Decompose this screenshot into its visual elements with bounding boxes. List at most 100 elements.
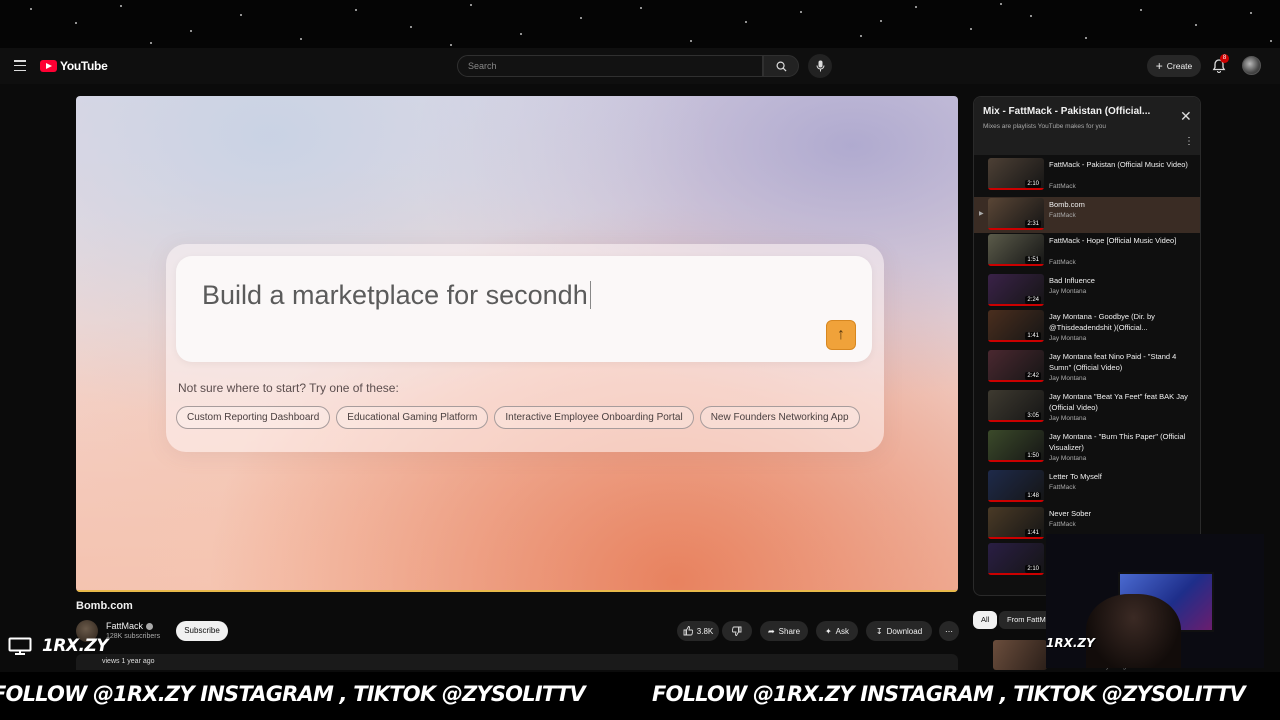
microphone-icon	[816, 60, 824, 72]
playlist-item-channel: Jay Montana	[1049, 335, 1087, 342]
playlist-item[interactable]: 1:41 Jay Montana - Goodbye (Dir. by @This…	[974, 309, 1200, 345]
playlist-item[interactable]: 2:10 FattMack - Pakistan (Official Music …	[974, 157, 1200, 193]
suggestion-chip[interactable]: Interactive Employee Onboarding Portal	[494, 406, 694, 429]
suggestion-hint: Not sure where to start? Try one of thes…	[178, 381, 399, 395]
star	[470, 4, 472, 6]
star	[1140, 9, 1142, 11]
star	[580, 17, 582, 19]
ask-label: Ask	[835, 626, 850, 636]
playlist-thumbnail: 2:31	[988, 198, 1044, 230]
suggestion-chip[interactable]: Educational Gaming Platform	[336, 406, 489, 429]
playlist-title[interactable]: Mix - FattMack - Pakistan (Official...	[983, 106, 1173, 117]
star	[120, 5, 122, 7]
duration-badge: 2:10	[1025, 180, 1041, 188]
prompt-input[interactable]: Build a marketplace for secondh ↑	[176, 256, 872, 362]
playlist-item[interactable]: 2:42 Jay Montana feat Nino Paid - "Stand …	[974, 349, 1200, 385]
watched-bar	[988, 500, 1044, 502]
playlist-header: Mix - FattMack - Pakistan (Official... M…	[974, 97, 1200, 155]
search-button[interactable]	[763, 55, 799, 77]
watched-bar	[988, 188, 1044, 190]
text-caret	[589, 281, 592, 309]
duration-badge: 1:41	[1025, 529, 1041, 537]
playlist-item-title: Jay Montana - "Burn This Paper" (Officia…	[1049, 432, 1186, 452]
star	[880, 20, 882, 22]
download-label: Download	[886, 626, 923, 636]
playlist-item[interactable]: 2:24 Bad Influence Jay Montana	[974, 273, 1200, 309]
like-button[interactable]: 3.8K	[677, 621, 719, 641]
playlist-item[interactable]: ▶ 2:31 Bomb.com FattMack	[974, 197, 1200, 233]
sparkle-icon: ✦	[824, 626, 832, 636]
streamer-tag: 1RX.ZY	[8, 636, 109, 656]
search-input[interactable]	[458, 56, 762, 76]
share-button[interactable]: ➦ Share	[760, 621, 808, 641]
playlist-thumbnail: 2:10	[988, 543, 1044, 575]
playlist-item[interactable]: 1:48 Letter To Myself FattMack	[974, 469, 1200, 505]
progress-bar[interactable]	[76, 590, 958, 592]
create-button[interactable]: + Create	[1147, 55, 1201, 77]
download-button[interactable]: ↧ Download	[866, 621, 932, 641]
now-playing-icon: ▶	[979, 211, 984, 217]
subscribe-button[interactable]: Subscribe	[176, 621, 228, 641]
duration-badge: 3:05	[1025, 412, 1041, 420]
account-avatar[interactable]	[1242, 56, 1261, 75]
voice-search-button[interactable]	[808, 54, 832, 78]
duration-badge: 1:48	[1025, 492, 1041, 500]
send-button[interactable]: ↑	[826, 320, 856, 350]
playlist-thumbnail: 1:41	[988, 507, 1044, 539]
playlist-item[interactable]: 3:05 Jay Montana "Beat Ya Feet" feat BAK …	[974, 389, 1200, 425]
suggestion-chip[interactable]: Custom Reporting Dashboard	[176, 406, 331, 429]
verified-icon	[146, 622, 154, 630]
playlist-thumbnail: 1:50	[988, 430, 1044, 462]
search-box[interactable]	[457, 55, 763, 77]
playlist-item-channel: FattMack	[1049, 484, 1076, 491]
playlist-item-title: Jay Montana feat Nino Paid - "Stand 4 Su…	[1049, 352, 1177, 372]
playlist-panel: Mix - FattMack - Pakistan (Official... M…	[973, 96, 1201, 596]
playlist-item-channel: Jay Montana	[1049, 455, 1087, 462]
webcam-overlay: 1RX.ZY	[1046, 534, 1264, 668]
webcam-person	[1086, 594, 1181, 668]
description-box[interactable]	[76, 654, 958, 670]
subscriber-count: 128K subscribers	[106, 633, 161, 640]
download-icon: ↧	[875, 626, 883, 636]
star	[75, 22, 77, 24]
prompt-text: Build a marketplace for secondh	[202, 280, 592, 311]
star	[30, 8, 32, 10]
star	[915, 6, 917, 8]
duration-badge: 1:41	[1025, 332, 1041, 340]
channel-name[interactable]: FattMack	[106, 621, 154, 631]
ask-button[interactable]: ✦ Ask	[816, 621, 858, 641]
playlist-item-channel: Jay Montana	[1049, 375, 1087, 382]
duration-badge: 1:50	[1025, 452, 1041, 460]
screen: YouTube + Create 8 Build a marketplace f…	[0, 0, 1280, 720]
watched-bar	[988, 537, 1044, 539]
playlist-item-title: Jay Montana "Beat Ya Feet" feat BAK Jay …	[1049, 392, 1188, 412]
playlist-item[interactable]: 1:51 FattMack - Hope [Official Music Vide…	[974, 233, 1200, 269]
close-icon[interactable]: ✕	[1180, 109, 1192, 123]
star	[190, 30, 192, 32]
masthead: YouTube + Create 8	[0, 48, 1280, 84]
playlist-item[interactable]: 1:50 Jay Montana - "Burn This Paper" (Off…	[974, 429, 1200, 465]
playlist-item-channel: FattMack	[1049, 183, 1076, 190]
suggestion-chip[interactable]: New Founders Networking App	[699, 406, 860, 429]
more-actions-button[interactable]: ⋯	[939, 621, 959, 641]
video-player[interactable]: Build a marketplace for secondh ↑ Not su…	[76, 96, 958, 592]
filter-chip-all[interactable]: All	[973, 611, 998, 629]
playlist-item-title: Bomb.com	[1049, 200, 1085, 209]
star	[970, 28, 972, 30]
ticker-text: FOLLOW @1RX.ZY INSTAGRAM , TIKTOK @ZYSOL…	[0, 682, 586, 706]
playlist-item-channel: FattMack	[1049, 259, 1076, 266]
playlist-thumbnail: 2:42	[988, 350, 1044, 382]
watched-bar	[988, 228, 1044, 230]
dislike-button[interactable]	[722, 621, 752, 641]
playlist-item-title: Never Sober	[1049, 509, 1092, 518]
more-vertical-icon[interactable]: ⋮	[1184, 137, 1194, 147]
star	[745, 21, 747, 23]
youtube-logo[interactable]: YouTube	[40, 59, 108, 73]
notification-badge: 8	[1220, 54, 1229, 63]
monitor-icon	[8, 637, 32, 655]
search-icon	[776, 61, 787, 72]
like-count: 3.8K	[696, 626, 714, 636]
recommendation-thumbnail[interactable]	[993, 640, 1047, 670]
menu-icon[interactable]	[14, 60, 26, 71]
playlist-thumbnail: 3:05	[988, 390, 1044, 422]
